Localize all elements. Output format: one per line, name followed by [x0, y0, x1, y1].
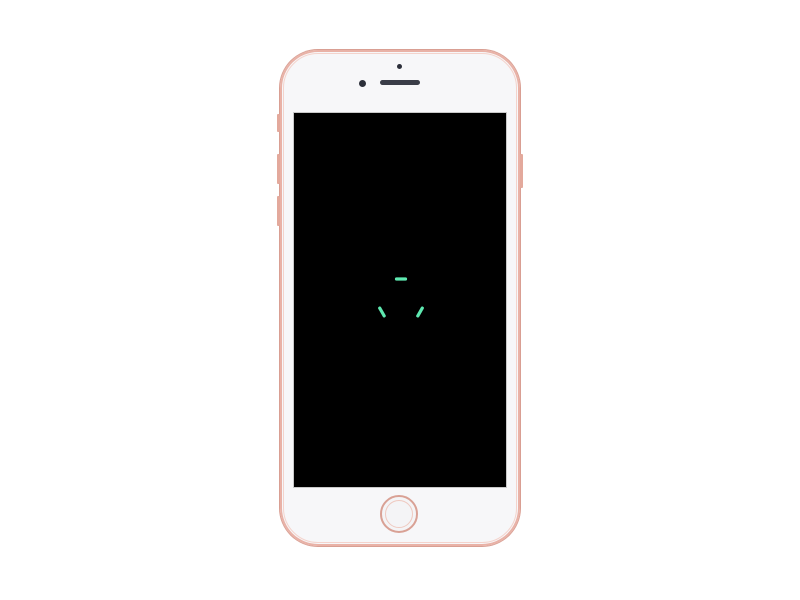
front-camera	[359, 80, 366, 87]
silent-switch[interactable]	[277, 114, 280, 132]
volume-down-button[interactable]	[277, 196, 280, 226]
earpiece-speaker	[380, 80, 420, 85]
spinner-segment	[378, 306, 386, 318]
home-button[interactable]	[380, 495, 418, 533]
phone-device	[277, 50, 523, 546]
proximity-sensor	[397, 64, 402, 69]
stage	[0, 0, 800, 600]
power-button[interactable]	[520, 154, 523, 188]
spinner-segment	[416, 306, 424, 318]
volume-up-button[interactable]	[277, 154, 280, 184]
spinner-segments	[378, 277, 424, 318]
phone-screen[interactable]	[293, 112, 507, 488]
loading-spinner-icon	[378, 277, 424, 318]
